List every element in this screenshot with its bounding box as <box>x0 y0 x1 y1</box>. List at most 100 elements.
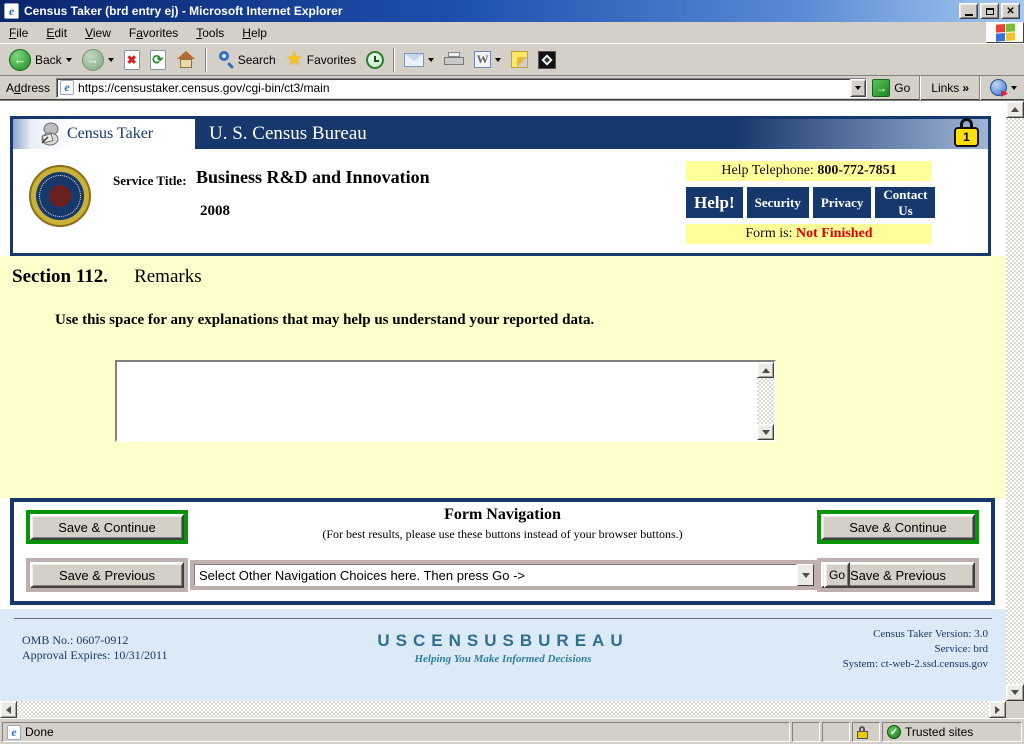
search-button[interactable]: Search <box>211 49 281 71</box>
toolbar-separator <box>204 47 207 72</box>
section-number: Section 112. <box>12 266 109 287</box>
service-text: Service: brd <box>934 643 988 655</box>
scroll-right-button[interactable] <box>989 701 1006 718</box>
messenger-button[interactable] <box>533 49 561 71</box>
remarks-textarea[interactable] <box>117 362 757 440</box>
census-seal-icon <box>29 165 91 227</box>
section-title: Remarks <box>134 266 202 287</box>
form-navigation-box: Save & Continue Save & Previous Save & C… <box>10 498 995 605</box>
print-button[interactable] <box>439 50 469 70</box>
home-button[interactable] <box>171 49 201 71</box>
history-button[interactable] <box>361 49 389 71</box>
help-stack: Help Telephone: 800-772-7851 Help! Secur… <box>686 161 936 244</box>
menu-file[interactable]: File <box>0 22 37 43</box>
scroll-left-button[interactable] <box>0 701 17 718</box>
links-chevron-icon: » <box>962 80 969 95</box>
go-button[interactable]: → Go <box>867 77 915 99</box>
toolbar: ← Back → ✖ ⟳ Search ★ Favorites W <box>0 44 1024 76</box>
note-icon <box>511 51 529 68</box>
search-label: Search <box>237 52 276 67</box>
browser-viewport: Census Taker U. S. Census Bureau Service… <box>0 100 1024 718</box>
close-button[interactable]: ✕ <box>1001 3 1020 19</box>
scroll-down-button[interactable] <box>1006 684 1024 701</box>
service-year: 2008 <box>200 203 230 219</box>
horizontal-scroll-track[interactable] <box>17 701 989 718</box>
page-footer: OMB No.: 0607-0912 Approval Expires: 10/… <box>0 609 1006 701</box>
menu-tools[interactable]: Tools <box>187 22 233 43</box>
org-name: U. S. Census Bureau <box>195 119 988 149</box>
menu-view[interactable]: View <box>76 22 120 43</box>
remarks-scrollbar[interactable] <box>757 362 774 440</box>
stop-button[interactable]: ✖ <box>119 48 145 72</box>
word-chevron-down-icon[interactable] <box>495 57 502 62</box>
title-bar: e Census Taker (brd entry ej) - Microsof… <box>0 0 1024 22</box>
status-lock-panel <box>852 722 880 742</box>
search-icon <box>216 50 234 69</box>
windows-logo-icon <box>986 22 1024 43</box>
address-label: Address <box>6 80 51 95</box>
census-taker-page: Census Taker U. S. Census Bureau Service… <box>0 101 1006 701</box>
links-button[interactable]: Links » <box>925 81 975 95</box>
forward-chevron-down-icon[interactable] <box>107 57 114 62</box>
version-text: Census Taker Version: 3.0 <box>873 628 988 640</box>
status-panel: e Done <box>2 722 790 742</box>
navigation-select-wrapper: Select Other Navigation Choices here. Th… <box>190 560 818 590</box>
trusted-sites-icon: ✓ <box>887 725 901 739</box>
remarks-scroll-track[interactable] <box>757 378 774 424</box>
footer-divider <box>14 618 992 619</box>
service-title: Business R&D and Innovation <box>196 167 430 187</box>
status-empty-panel <box>822 722 850 742</box>
forward-icon: → <box>81 48 104 71</box>
minimize-button[interactable] <box>959 3 978 19</box>
back-button[interactable]: ← Back <box>4 47 77 73</box>
vertical-scroll-track[interactable] <box>1006 118 1024 684</box>
form-nav-title: Form Navigation <box>444 506 561 523</box>
vertical-scrollbar[interactable] <box>1006 101 1024 701</box>
horizontal-scrollbar[interactable] <box>0 701 1006 718</box>
refresh-button[interactable]: ⟳ <box>145 48 171 72</box>
scroll-up-button[interactable] <box>1006 101 1024 118</box>
form-nav-subtitle: (For best results, please use these butt… <box>322 527 683 541</box>
nav-go-button[interactable]: Go <box>824 562 850 588</box>
system-text: System: ct-web-2.ssd.census.gov <box>842 658 988 670</box>
security-zone-panel[interactable]: ✓ Trusted sites <box>882 722 1022 742</box>
scrollbar-corner <box>1006 701 1024 718</box>
zone-globe-button[interactable] <box>985 77 1022 98</box>
home-icon <box>176 50 196 69</box>
banner-left: Census Taker <box>13 119 195 149</box>
menu-help[interactable]: Help <box>233 22 276 43</box>
security-button[interactable]: Security <box>746 187 809 218</box>
contact-us-button[interactable]: Contact Us <box>875 187 936 218</box>
restore-button[interactable] <box>980 3 999 19</box>
favorites-button[interactable]: ★ Favorites <box>281 49 361 71</box>
note-button[interactable] <box>506 49 533 70</box>
padlock-badge: 1 <box>954 127 979 147</box>
menu-favorites[interactable]: Favorites <box>120 22 187 43</box>
edit-with-word-button[interactable]: W <box>469 49 506 70</box>
save-previous-button-left[interactable]: Save & Previous <box>30 562 184 588</box>
address-bar: Address e https://censustaker.census.gov… <box>0 75 1024 100</box>
globe-chevron-down-icon[interactable] <box>1011 85 1017 90</box>
app-name: Census Taker <box>67 125 154 142</box>
privacy-button[interactable]: Privacy <box>812 187 872 218</box>
stop-icon: ✖ <box>123 49 140 70</box>
globe-icon <box>990 79 1007 96</box>
select-chevron-down-button[interactable] <box>797 564 814 586</box>
banner: Census Taker U. S. Census Bureau <box>13 119 988 149</box>
remarks-scroll-down-button[interactable] <box>757 424 774 440</box>
mail-chevron-down-icon[interactable] <box>428 57 435 62</box>
mail-button[interactable] <box>399 51 439 69</box>
diamond-icon <box>538 50 557 69</box>
address-input[interactable]: e https://censustaker.census.gov/cgi-bin… <box>56 77 868 98</box>
section-heading: Section 112. Remarks <box>12 266 202 288</box>
favorites-star-icon: ★ <box>285 48 303 70</box>
back-chevron-down-icon[interactable] <box>65 57 72 62</box>
help-button[interactable]: Help! <box>686 187 743 218</box>
back-label: Back <box>35 52 62 67</box>
menu-edit[interactable]: Edit <box>37 22 76 43</box>
address-separator <box>919 75 922 100</box>
forward-button[interactable]: → <box>77 47 119 73</box>
address-dropdown-button[interactable] <box>850 78 867 97</box>
navigation-select[interactable]: Select Other Navigation Choices here. Th… <box>194 564 797 586</box>
remarks-scroll-up-button[interactable] <box>757 362 774 378</box>
